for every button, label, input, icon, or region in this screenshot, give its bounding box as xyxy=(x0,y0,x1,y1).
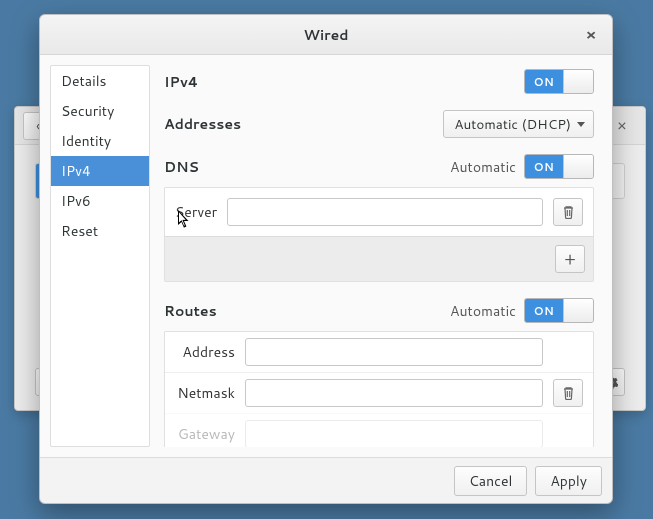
ipv4-toggle[interactable]: ON xyxy=(524,69,594,94)
trash-icon xyxy=(562,205,575,219)
dialog-body: Details Security Identity IPv4 IPv6 Rese… xyxy=(40,55,612,457)
sidebar: Details Security Identity IPv4 IPv6 Rese… xyxy=(50,65,150,447)
route-gateway-input[interactable] xyxy=(245,420,543,447)
plus-icon: + xyxy=(564,251,576,268)
dns-heading: DNS xyxy=(164,157,199,177)
sidebar-item-label: Identity xyxy=(61,131,111,151)
addresses-heading: Addresses xyxy=(164,114,241,134)
titlebar: Wired × xyxy=(40,15,612,55)
dns-server-input[interactable] xyxy=(227,198,543,226)
cancel-button[interactable]: Cancel xyxy=(454,466,528,496)
sidebar-item-label: Reset xyxy=(61,221,98,241)
sidebar-item-identity[interactable]: Identity xyxy=(51,126,149,156)
route-netmask-input[interactable] xyxy=(245,379,543,407)
trash-icon xyxy=(562,386,575,400)
dialog-close-button[interactable]: × xyxy=(580,23,602,45)
close-icon: × xyxy=(586,24,597,45)
routes-section: Routes Automatic ON Address Net xyxy=(164,298,594,447)
dns-auto-label: Automatic xyxy=(450,157,516,177)
content-pane: IPv4 ON Addresses Automatic (DHCP) DNS xyxy=(160,65,602,447)
wired-dialog: Wired × Details Security Identity IPv4 I… xyxy=(39,14,613,504)
toggle-on-label: ON xyxy=(525,155,563,178)
chevron-down-icon xyxy=(577,122,585,127)
toggle-on-label: ON xyxy=(525,70,563,93)
routes-auto-toggle[interactable]: ON xyxy=(524,298,594,323)
sidebar-item-security[interactable]: Security xyxy=(51,96,149,126)
dns-add-button[interactable]: + xyxy=(555,245,585,273)
addresses-mode-value: Automatic (DHCP) xyxy=(454,115,571,134)
sidebar-item-label: Details xyxy=(61,71,107,91)
dns-add-bar: + xyxy=(165,236,593,281)
dialog-footer: Cancel Apply xyxy=(40,457,612,503)
dns-server-row: Server xyxy=(165,188,593,236)
sidebar-item-label: IPv4 xyxy=(61,161,91,181)
routes-heading: Routes xyxy=(164,301,217,321)
toggle-knob xyxy=(563,299,593,322)
route-gateway-row: Gateway xyxy=(165,413,593,447)
sidebar-item-ipv4[interactable]: IPv4 xyxy=(51,156,149,186)
cancel-button-label: Cancel xyxy=(469,471,513,491)
sidebar-item-ipv6[interactable]: IPv6 xyxy=(51,186,149,216)
dns-server-label: Server xyxy=(175,202,217,222)
apply-button-label: Apply xyxy=(550,471,587,491)
route-delete-button[interactable] xyxy=(553,379,583,407)
apply-button[interactable]: Apply xyxy=(535,466,602,496)
toggle-on-label: ON xyxy=(525,299,563,322)
dialog-title: Wired xyxy=(304,25,349,45)
ipv4-row: IPv4 ON xyxy=(164,69,594,94)
sidebar-item-label: IPv6 xyxy=(61,191,91,211)
sidebar-item-label: Security xyxy=(61,101,114,121)
route-gateway-label: Gateway xyxy=(175,424,235,444)
routes-auto-label: Automatic xyxy=(450,301,516,321)
route-address-row: Address xyxy=(165,332,593,372)
routes-group: Address Netmask Gateway xyxy=(164,331,594,447)
addresses-row: Addresses Automatic (DHCP) xyxy=(164,110,594,138)
addresses-mode-combo[interactable]: Automatic (DHCP) xyxy=(443,110,594,138)
sidebar-item-details[interactable]: Details xyxy=(51,66,149,96)
route-netmask-label: Netmask xyxy=(175,383,235,403)
close-icon: × xyxy=(617,114,627,137)
route-address-input[interactable] xyxy=(245,338,543,366)
dns-server-delete-button[interactable] xyxy=(553,198,583,226)
ipv4-heading: IPv4 xyxy=(164,72,198,92)
dns-group: Server + xyxy=(164,187,594,282)
route-netmask-row: Netmask xyxy=(165,372,593,413)
route-address-label: Address xyxy=(175,342,235,362)
sidebar-item-reset[interactable]: Reset xyxy=(51,216,149,246)
dns-auto-toggle[interactable]: ON xyxy=(524,154,594,179)
dns-section: DNS Automatic ON Server xyxy=(164,154,594,282)
toggle-knob xyxy=(563,155,593,178)
toggle-knob xyxy=(563,70,593,93)
